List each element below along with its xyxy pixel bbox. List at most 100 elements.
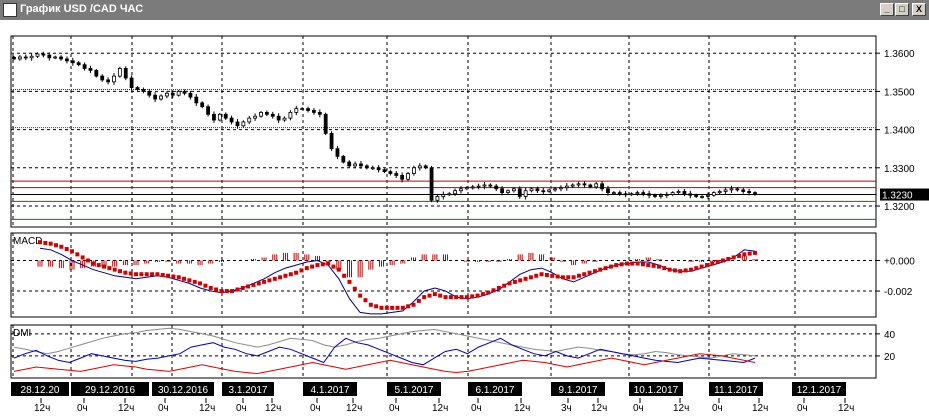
hour-label: 0ч xyxy=(633,403,644,414)
chart-window-icon xyxy=(3,3,17,17)
hour-label: 0ч xyxy=(77,403,88,414)
close-button[interactable]: X xyxy=(912,3,926,16)
chart-canvas[interactable]: 1.3600 1.3500 1.3400 1.3300 1.32001.3230 +0.0… xyxy=(0,20,929,420)
candle-body xyxy=(270,113,275,117)
date-label: 12.1.2017 xyxy=(797,385,842,396)
candle-body xyxy=(406,173,410,180)
chart-window[interactable]: 1.3600 1.3500 1.3400 1.3300 1.3200 1.3230 +0.0… xyxy=(0,20,929,420)
macd-signal-point xyxy=(368,302,373,307)
macd-signal-point xyxy=(267,278,272,283)
candle-body xyxy=(706,194,710,197)
candle-body xyxy=(200,102,205,108)
date-label: 5.1.2017 xyxy=(395,385,434,396)
macd-signal-point xyxy=(448,295,453,300)
candle-body xyxy=(647,193,652,196)
macd-signal-point xyxy=(656,264,661,269)
candle-body xyxy=(382,169,387,173)
candle-body xyxy=(117,68,122,77)
candle-body xyxy=(517,188,522,197)
hour-label: 12ч xyxy=(673,403,689,414)
dmi-tick-label: 20 xyxy=(884,352,896,363)
candle-body xyxy=(359,163,363,167)
macd-signal-point xyxy=(726,256,731,261)
macd-signal-point xyxy=(544,273,549,277)
candle-body xyxy=(570,184,575,187)
macd-signal-point xyxy=(640,262,645,267)
candle-body xyxy=(682,191,687,195)
macd-signal-point xyxy=(235,287,240,292)
candle-body xyxy=(653,194,657,197)
candle-body xyxy=(617,192,622,195)
candle-body xyxy=(511,188,516,192)
candle-body xyxy=(129,77,134,88)
macd-signal-point xyxy=(352,286,357,291)
candle-body xyxy=(688,193,693,196)
hour-label: 12ч xyxy=(838,403,854,414)
candle-body xyxy=(753,192,757,195)
hour-label: 12ч xyxy=(199,403,215,414)
candle-body xyxy=(206,106,210,115)
candle-body xyxy=(259,112,263,117)
macd-signal-point xyxy=(86,258,91,263)
macd-signal-point xyxy=(150,272,155,277)
candle-body xyxy=(364,165,369,169)
candle-body xyxy=(594,183,599,188)
hour-label: 0ч xyxy=(471,403,482,414)
candle-body xyxy=(470,186,475,189)
hour-label: 0ч xyxy=(158,403,169,414)
candle-body xyxy=(17,56,22,60)
macd-signal-point xyxy=(70,249,75,254)
macd-signal-point xyxy=(555,274,560,279)
candle-body xyxy=(747,191,752,194)
candle-body xyxy=(247,117,252,123)
macd-signal-point xyxy=(736,253,741,258)
macd-signal-point xyxy=(475,293,480,298)
minimize-button[interactable]: _ xyxy=(880,3,894,16)
candle-body xyxy=(435,196,440,201)
candle-body xyxy=(529,188,534,192)
macd-signal-point xyxy=(646,263,651,268)
candle-body xyxy=(94,69,99,77)
candle-body xyxy=(564,185,569,189)
macd-signal-point xyxy=(598,267,603,272)
macd-signal-point xyxy=(43,240,48,245)
candle-body xyxy=(482,184,487,187)
macd-signal-point xyxy=(539,272,544,277)
macd-signal-point xyxy=(753,250,757,255)
hour-label: 0ч xyxy=(236,403,247,414)
macd-signal-point xyxy=(363,298,368,303)
macd-signal-point xyxy=(102,264,107,269)
candle-body xyxy=(100,75,105,81)
macd-signal-point xyxy=(75,252,80,257)
candle-body xyxy=(523,190,528,197)
macd-signal-point xyxy=(651,263,656,268)
macd-signal-point xyxy=(315,263,320,268)
maximize-button[interactable]: □ xyxy=(895,3,909,16)
candle-body xyxy=(41,53,46,56)
macd-signal-point xyxy=(411,302,416,307)
candle-body xyxy=(312,110,316,113)
candle-body xyxy=(700,196,704,198)
hour-label: 12ч xyxy=(514,403,530,414)
candle-body xyxy=(165,92,169,97)
dmi-pane-label: DMI xyxy=(13,328,31,339)
candle-body xyxy=(35,53,40,57)
macd-signal-point xyxy=(134,272,139,277)
candle-body xyxy=(341,155,346,163)
macd-signal-point xyxy=(358,293,363,298)
candle-body xyxy=(317,112,322,115)
price-tick-label: 1.3500 xyxy=(884,87,915,98)
current-price-label: 1.3230 xyxy=(882,191,913,202)
macd-signal-point xyxy=(240,285,245,290)
macd-signal-point xyxy=(80,255,85,260)
candle-body xyxy=(453,190,457,195)
hour-label: 0ч xyxy=(712,403,723,414)
candle-body xyxy=(182,90,187,94)
candle-body xyxy=(400,175,405,180)
candle-body xyxy=(711,192,716,196)
macd-signal-point xyxy=(710,261,715,266)
candle-body xyxy=(494,185,499,190)
price-tick-label: 1.3400 xyxy=(884,126,915,137)
candle-body xyxy=(664,194,669,196)
macd-signal-point xyxy=(576,273,581,278)
